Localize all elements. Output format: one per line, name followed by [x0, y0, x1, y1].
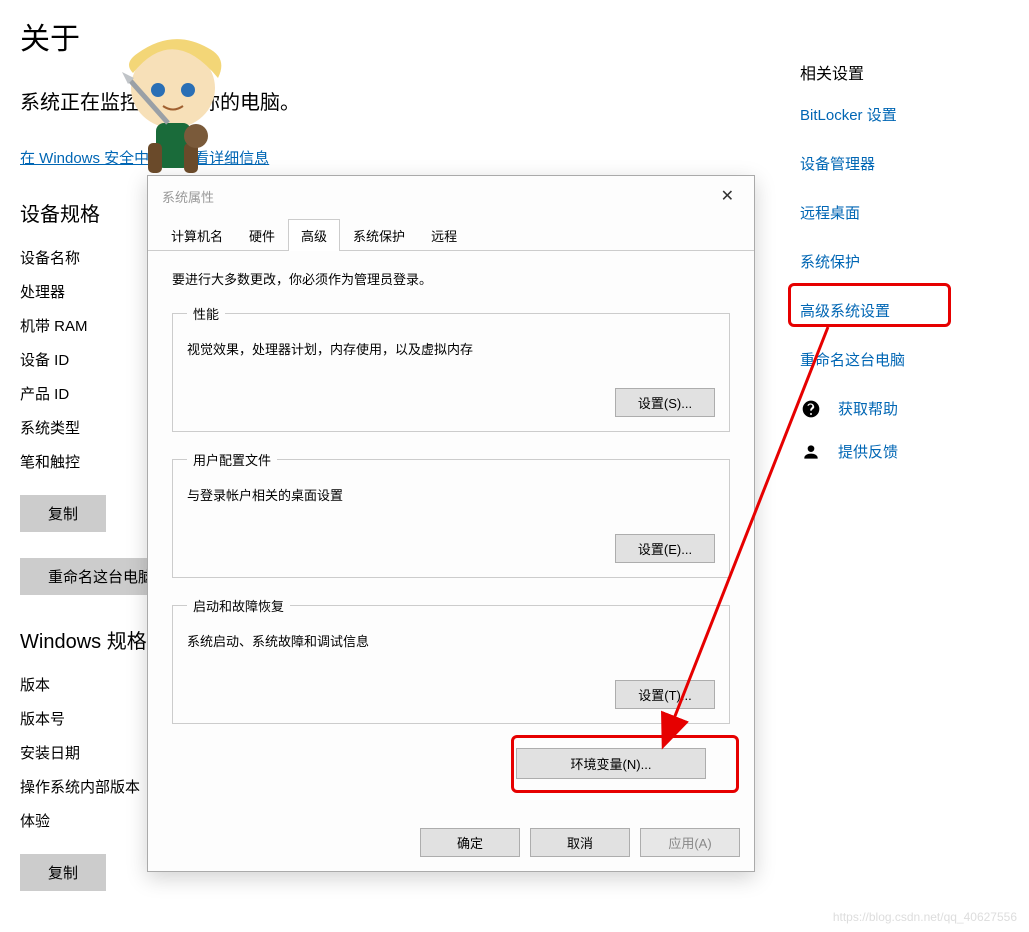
performance-group: 性能 视觉效果，处理器计划，内存使用，以及虚拟内存 设置(S)...: [172, 304, 730, 432]
performance-desc: 视觉效果，处理器计划，内存使用，以及虚拟内存: [187, 339, 715, 358]
performance-settings-button[interactable]: 设置(S)...: [615, 388, 715, 417]
startup-recovery-legend: 启动和故障恢复: [187, 596, 290, 615]
help-icon: [800, 399, 822, 419]
page-title: 关于: [20, 14, 1009, 58]
apply-button[interactable]: 应用(A): [640, 828, 740, 857]
feedback-link[interactable]: 提供反馈: [800, 441, 905, 462]
user-profile-desc: 与登录帐户相关的桌面设置: [187, 485, 715, 504]
link-bitlocker[interactable]: BitLocker 设置: [800, 104, 905, 125]
copy-winspec-button[interactable]: 复制: [20, 854, 106, 891]
tab-advanced[interactable]: 高级: [288, 219, 340, 251]
user-profile-settings-button[interactable]: 设置(E)...: [615, 534, 715, 563]
tab-system-protection[interactable]: 系统保护: [340, 219, 418, 251]
dialog-footer: 确定 取消 应用(A): [148, 814, 754, 871]
related-heading: 相关设置: [800, 60, 905, 84]
link-advanced-system-settings[interactable]: 高级系统设置: [800, 300, 905, 321]
feedback-icon: [800, 442, 822, 462]
startup-recovery-desc: 系统启动、系统故障和调试信息: [187, 631, 715, 650]
user-profile-group: 用户配置文件 与登录帐户相关的桌面设置 设置(E)...: [172, 450, 730, 578]
dialog-body: 要进行大多数更改，你必须作为管理员登录。 性能 视觉效果，处理器计划，内存使用，…: [148, 251, 754, 787]
startup-recovery-group: 启动和故障恢复 系统启动、系统故障和调试信息 设置(T)...: [172, 596, 730, 724]
startup-recovery-settings-button[interactable]: 设置(T)...: [615, 680, 715, 709]
watermark-text: https://blog.csdn.net/qq_40627556: [833, 910, 1017, 924]
tab-hardware[interactable]: 硬件: [236, 219, 288, 251]
related-settings-panel: 相关设置 BitLocker 设置 设备管理器 远程桌面 系统保护 高级系统设置…: [800, 60, 905, 484]
tab-remote[interactable]: 远程: [418, 219, 470, 251]
cancel-button[interactable]: 取消: [530, 828, 630, 857]
link-remote-desktop[interactable]: 远程桌面: [800, 202, 905, 223]
tab-computer-name[interactable]: 计算机名: [158, 219, 236, 251]
performance-legend: 性能: [187, 304, 225, 323]
link-rename-pc[interactable]: 重命名这台电脑: [800, 349, 905, 370]
dialog-title: 系统属性: [162, 187, 214, 206]
get-help-link[interactable]: 获取帮助: [800, 398, 905, 419]
ok-button[interactable]: 确定: [420, 828, 520, 857]
feedback-label: 提供反馈: [838, 441, 898, 462]
admin-note: 要进行大多数更改，你必须作为管理员登录。: [172, 269, 730, 288]
get-help-label: 获取帮助: [838, 398, 898, 419]
link-device-manager[interactable]: 设备管理器: [800, 153, 905, 174]
system-properties-dialog: 系统属性 ✕ 计算机名 硬件 高级 系统保护 远程 要进行大多数更改，你必须作为…: [147, 175, 755, 872]
copy-specs-button[interactable]: 复制: [20, 495, 106, 532]
security-center-link[interactable]: 在 Windows 安全中心中查看详细信息: [20, 150, 269, 167]
user-profile-legend: 用户配置文件: [187, 450, 277, 469]
dialog-titlebar[interactable]: 系统属性 ✕: [148, 176, 754, 214]
close-icon[interactable]: ✕: [711, 182, 744, 210]
dialog-tabs: 计算机名 硬件 高级 系统保护 远程: [148, 218, 754, 251]
environment-variables-button[interactable]: 环境变量(N)...: [516, 748, 706, 779]
link-system-protection[interactable]: 系统保护: [800, 251, 905, 272]
